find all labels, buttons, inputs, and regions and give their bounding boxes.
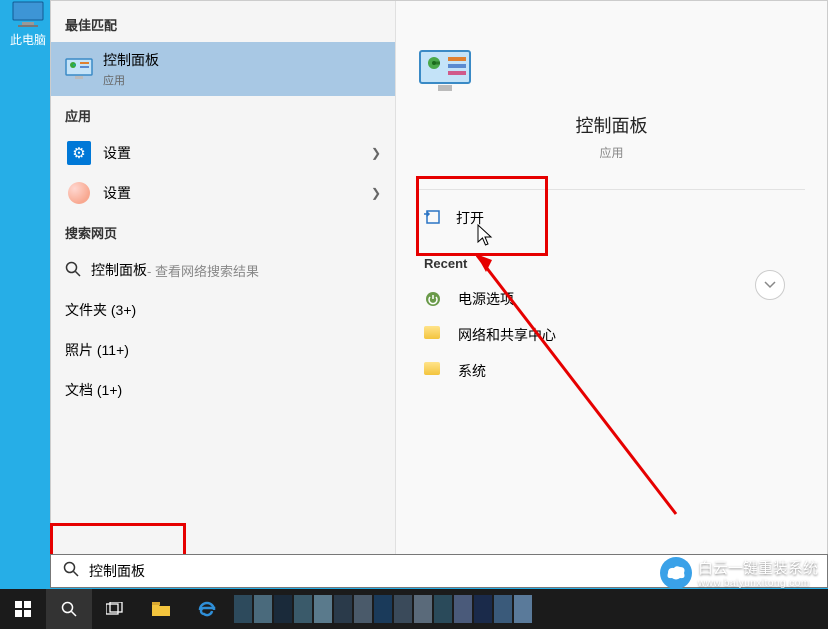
result-photos[interactable]: 照片 (11+)	[51, 330, 395, 370]
edge-icon	[198, 600, 216, 618]
task-view-icon	[106, 602, 124, 616]
detail-title: 控制面板	[418, 112, 805, 138]
search-icon	[65, 261, 81, 280]
this-pc-icon	[10, 0, 46, 28]
power-options-icon	[424, 290, 444, 308]
windows-icon	[15, 601, 31, 617]
result-title: 设置	[103, 183, 371, 203]
result-web-search[interactable]: 控制面板 - 查看网络搜索结果	[51, 250, 395, 290]
recent-power-options[interactable]: 电源选项	[418, 281, 805, 317]
taskbar	[0, 589, 828, 629]
settings-icon: ⚙	[65, 141, 93, 165]
recent-item-label: 电源选项	[458, 289, 514, 309]
edge-button[interactable]	[184, 589, 230, 629]
web-term: 控制面板	[91, 260, 147, 280]
recent-item-label: 网络和共享中心	[458, 325, 556, 345]
recent-item-label: 系统	[458, 361, 486, 381]
control-panel-icon	[65, 57, 93, 81]
result-settings-1[interactable]: ⚙ 设置 ❯	[51, 133, 395, 173]
control-panel-large-icon	[418, 49, 472, 93]
chevron-down-icon	[764, 281, 776, 289]
desktop-icon-this-pc[interactable]: 此电脑	[10, 0, 46, 48]
result-title: 控制面板	[103, 50, 381, 70]
app-icon	[65, 181, 93, 205]
results-left-pane: 最佳匹配 控制面板 应用 应用 ⚙ 设置 ❯ 设置	[51, 1, 396, 554]
result-control-panel[interactable]: 控制面板 应用	[51, 42, 395, 96]
desktop-icon-label: 此电脑	[10, 31, 46, 48]
detail-right-pane: 控制面板 应用 打开 Recent 电源选项 网络和共享中心	[396, 1, 827, 554]
section-web: 搜索网页	[51, 213, 395, 250]
folder-icon	[424, 326, 444, 344]
taskbar-running-apps	[230, 591, 828, 627]
section-apps: 应用	[51, 96, 395, 133]
watermark-url: www.baiyunxitong.com	[698, 578, 818, 589]
result-title: 设置	[103, 143, 371, 163]
folder-icon	[152, 602, 170, 616]
file-explorer-button[interactable]	[138, 589, 184, 629]
watermark-brand: 白云一键重装系统	[698, 557, 818, 578]
result-documents[interactable]: 文档 (1+)	[51, 370, 395, 410]
recent-system[interactable]: 系统	[418, 353, 805, 389]
recent-label: Recent	[418, 246, 805, 281]
watermark: 白云一键重装系统 www.baiyunxitong.com	[660, 557, 818, 589]
folder-icon	[424, 362, 444, 380]
action-open[interactable]: 打开	[418, 190, 805, 246]
expand-button[interactable]	[755, 270, 785, 300]
search-icon	[61, 601, 77, 617]
task-view-button[interactable]	[92, 589, 138, 629]
detail-subtitle: 应用	[418, 144, 805, 161]
divider: 打开 Recent 电源选项 网络和共享中心 系统	[418, 189, 805, 389]
recent-network-sharing[interactable]: 网络和共享中心	[418, 317, 805, 353]
chevron-right-icon: ❯	[371, 186, 381, 200]
result-subtitle: 应用	[103, 72, 381, 88]
open-icon	[424, 208, 442, 228]
section-best-match: 最佳匹配	[51, 5, 395, 42]
taskbar-search-button[interactable]	[46, 589, 92, 629]
result-settings-2[interactable]: 设置 ❯	[51, 173, 395, 213]
search-icon	[63, 561, 79, 582]
watermark-logo-icon	[660, 557, 692, 589]
result-folders[interactable]: 文件夹 (3+)	[51, 290, 395, 330]
action-open-label: 打开	[456, 208, 484, 228]
start-button[interactable]	[0, 589, 46, 629]
chevron-right-icon: ❯	[371, 146, 381, 160]
search-results-panel: 最佳匹配 控制面板 应用 应用 ⚙ 设置 ❯ 设置	[50, 0, 828, 554]
web-suffix: - 查看网络搜索结果	[147, 261, 259, 280]
